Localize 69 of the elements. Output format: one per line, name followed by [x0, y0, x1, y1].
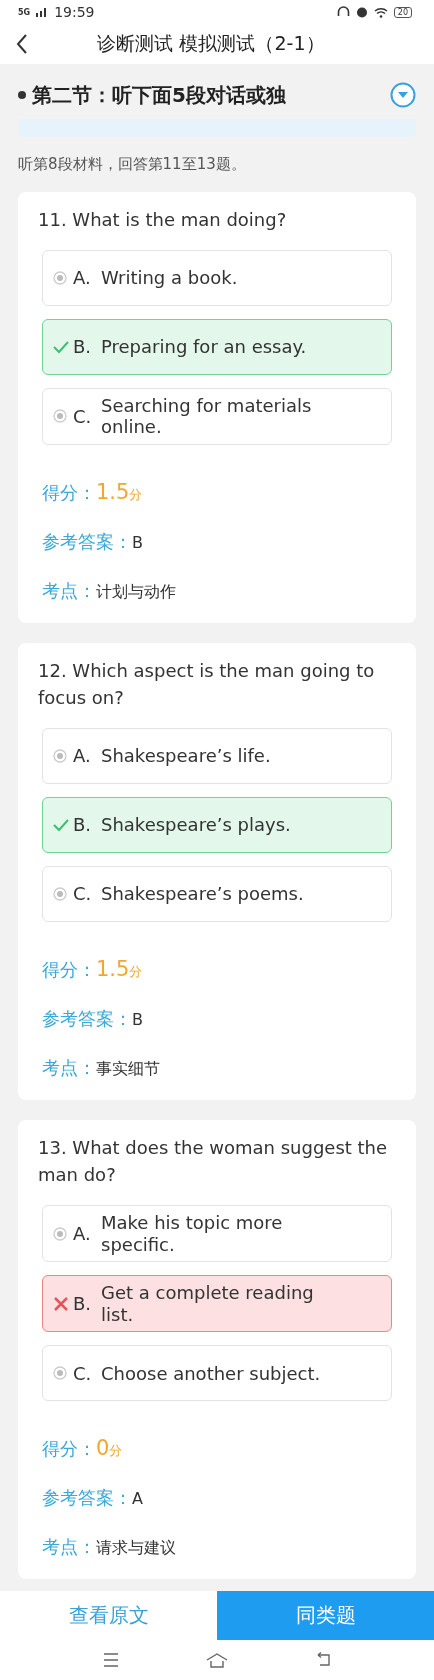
score-unit: 分 [109, 1443, 123, 1461]
question-text: 11. What is the man doing? [38, 207, 288, 232]
option-text: Choose another subject. [101, 1362, 322, 1385]
score-label: 得分： [42, 480, 96, 505]
point-label: 考点： [42, 1535, 96, 1560]
menu-icon[interactable] [102, 1652, 121, 1667]
radio-icon[interactable] [53, 409, 67, 424]
option-text: Get a complete reading list. [101, 1282, 315, 1326]
option-letter: B. [73, 336, 93, 358]
radio-icon[interactable] [53, 748, 67, 763]
check-icon [53, 339, 69, 354]
page-title: 诊断测试 模拟测试（2-1） [96, 31, 326, 57]
radio-icon[interactable] [53, 1366, 67, 1381]
answer-value: B [132, 1009, 143, 1029]
point-label: 考点： [42, 1055, 96, 1080]
option-text: Shakespeare’s poems. [101, 883, 305, 905]
option-letter: B. [73, 1293, 93, 1315]
answer-option[interactable]: A. Writing a book. [42, 249, 392, 306]
check-icon [53, 817, 69, 832]
option-letter: A. [73, 1223, 92, 1245]
wifi-icon [373, 6, 388, 18]
option-letter: C. [73, 405, 93, 427]
section-title: 第二节：听下面5段对话或独 [32, 81, 287, 109]
radio-icon[interactable] [53, 270, 67, 285]
cross-icon [53, 1295, 69, 1312]
signal-icon [36, 7, 49, 18]
answer-value: A [132, 1489, 143, 1509]
score-value: 1.5 [96, 479, 130, 504]
answer-option[interactable]: C. Shakespeare’s poems. [42, 865, 392, 922]
back-icon[interactable] [16, 33, 28, 56]
radio-icon[interactable] [53, 1226, 67, 1241]
option-text: Searching for materials online. [101, 394, 313, 438]
headphones-icon [336, 6, 350, 19]
point-label: 考点： [42, 578, 96, 603]
score-unit: 分 [129, 963, 143, 981]
network-label: 5G [18, 7, 31, 17]
point-value: 计划与动作 [96, 581, 176, 603]
score-label: 得分： [42, 1437, 96, 1462]
answer-label: 参考答案： [42, 1006, 132, 1031]
clock-time: 19:59 [54, 4, 95, 21]
option-letter: A. [73, 745, 92, 767]
answer-value: B [132, 532, 143, 552]
point-value: 请求与建议 [96, 1538, 176, 1560]
instruction-text: 听第8段材料，回答第11至13题。 [17, 153, 247, 175]
point-value: 事实细节 [96, 1058, 160, 1080]
option-letter: A. [73, 267, 92, 289]
option-letter: B. [73, 814, 93, 836]
answer-label: 参考答案： [42, 1486, 132, 1511]
score-unit: 分 [129, 486, 143, 504]
option-letter: C. [73, 883, 93, 905]
option-text: Shakespeare’s life. [101, 745, 272, 767]
score-label: 得分： [42, 957, 96, 982]
option-letter: C. [73, 1362, 93, 1384]
option-text: Make his topic more specific. [101, 1211, 284, 1256]
answer-label: 参考答案： [42, 529, 132, 554]
score-value: 0 [96, 1436, 110, 1461]
answer-option[interactable]: A. Shakespeare’s life. [42, 727, 392, 784]
battery-level: 20 [393, 6, 412, 18]
option-text: Writing a book. [101, 267, 239, 289]
dropdown-icon[interactable] [390, 82, 416, 109]
home-icon[interactable] [205, 1651, 229, 1668]
bullet-icon [18, 91, 26, 100]
answer-option[interactable]: C. Choose another subject. [42, 1345, 392, 1402]
question-text: 13. What does the woman suggest the man do? [38, 1135, 389, 1187]
option-text: Shakespeare’s plays. [101, 814, 292, 836]
radio-icon[interactable] [53, 886, 67, 901]
option-text: Preparing for an essay. [101, 336, 308, 358]
question-text: 12. Which aspect is the man going to focus on? [38, 658, 376, 710]
score-value: 1.5 [96, 956, 130, 981]
